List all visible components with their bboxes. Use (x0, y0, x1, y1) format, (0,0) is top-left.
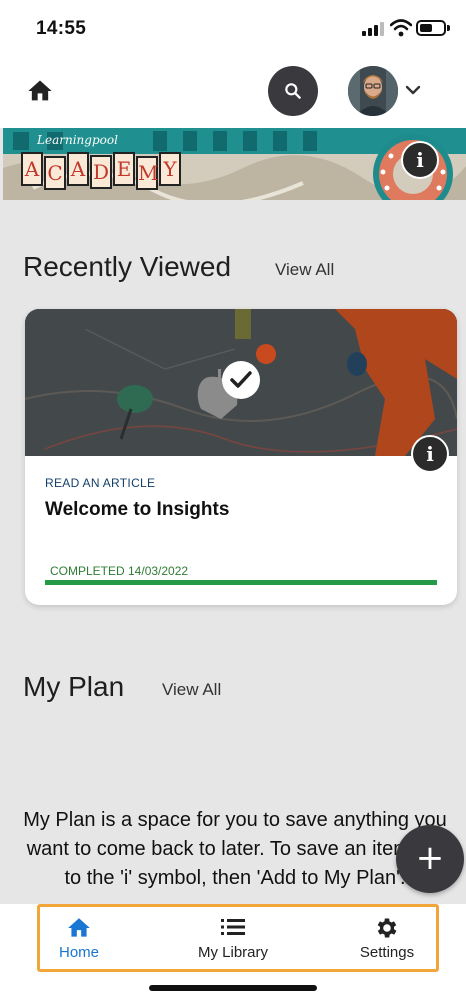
tab-my-library[interactable]: My Library (183, 912, 283, 968)
card-status: COMPLETED 14/03/2022 (50, 564, 189, 578)
recently-viewed-view-all-link[interactable]: View All (275, 260, 334, 280)
card-thumbnail (25, 309, 457, 456)
banner-logo-small: Learningpool (36, 133, 118, 147)
completed-check-icon (222, 361, 260, 399)
recently-viewed-title: Recently Viewed (23, 251, 232, 282)
home-icon (68, 918, 90, 937)
home-icon[interactable] (26, 77, 54, 105)
plus-icon: + (415, 838, 445, 878)
chevron-down-icon[interactable] (404, 82, 422, 98)
tab-home[interactable]: Home (40, 912, 118, 968)
my-plan-view-all-link[interactable]: View All (162, 680, 221, 700)
battery-icon (416, 20, 450, 36)
wifi-icon (390, 19, 412, 37)
avatar[interactable] (348, 66, 398, 116)
home-indicator (149, 985, 317, 991)
card-progress-bar (45, 580, 437, 585)
tab-my-library-label: My Library (197, 944, 268, 961)
banner-logo: A C A D E M Y (21, 152, 181, 194)
tab-settings[interactable]: Settings (348, 912, 426, 968)
add-button[interactable]: + (396, 825, 464, 893)
content-card[interactable]: i READ AN ARTICLE Welcome to Insights CO… (25, 309, 457, 605)
tab-home-label: Home (58, 944, 99, 961)
search-button[interactable] (268, 66, 318, 116)
card-title: Welcome to Insights (45, 499, 230, 520)
list-icon (221, 919, 245, 935)
card-info-button[interactable]: i (411, 435, 449, 473)
my-plan-title: My Plan (23, 671, 125, 702)
card-type-label: READ AN ARTICLE (45, 476, 156, 490)
my-plan-description: My Plan is a space for you to save anyth… (23, 809, 447, 889)
search-icon (285, 83, 301, 99)
status-time: 14:55 (36, 18, 87, 39)
tab-settings-label: Settings (359, 944, 415, 961)
academy-banner: Learningpool A C A D E M Y i (3, 128, 466, 200)
status-bar: 14:55 (0, 0, 466, 55)
gear-icon (377, 918, 397, 938)
banner-info-button[interactable]: i (401, 141, 439, 179)
top-nav (0, 55, 466, 128)
signal-icon (362, 22, 384, 36)
